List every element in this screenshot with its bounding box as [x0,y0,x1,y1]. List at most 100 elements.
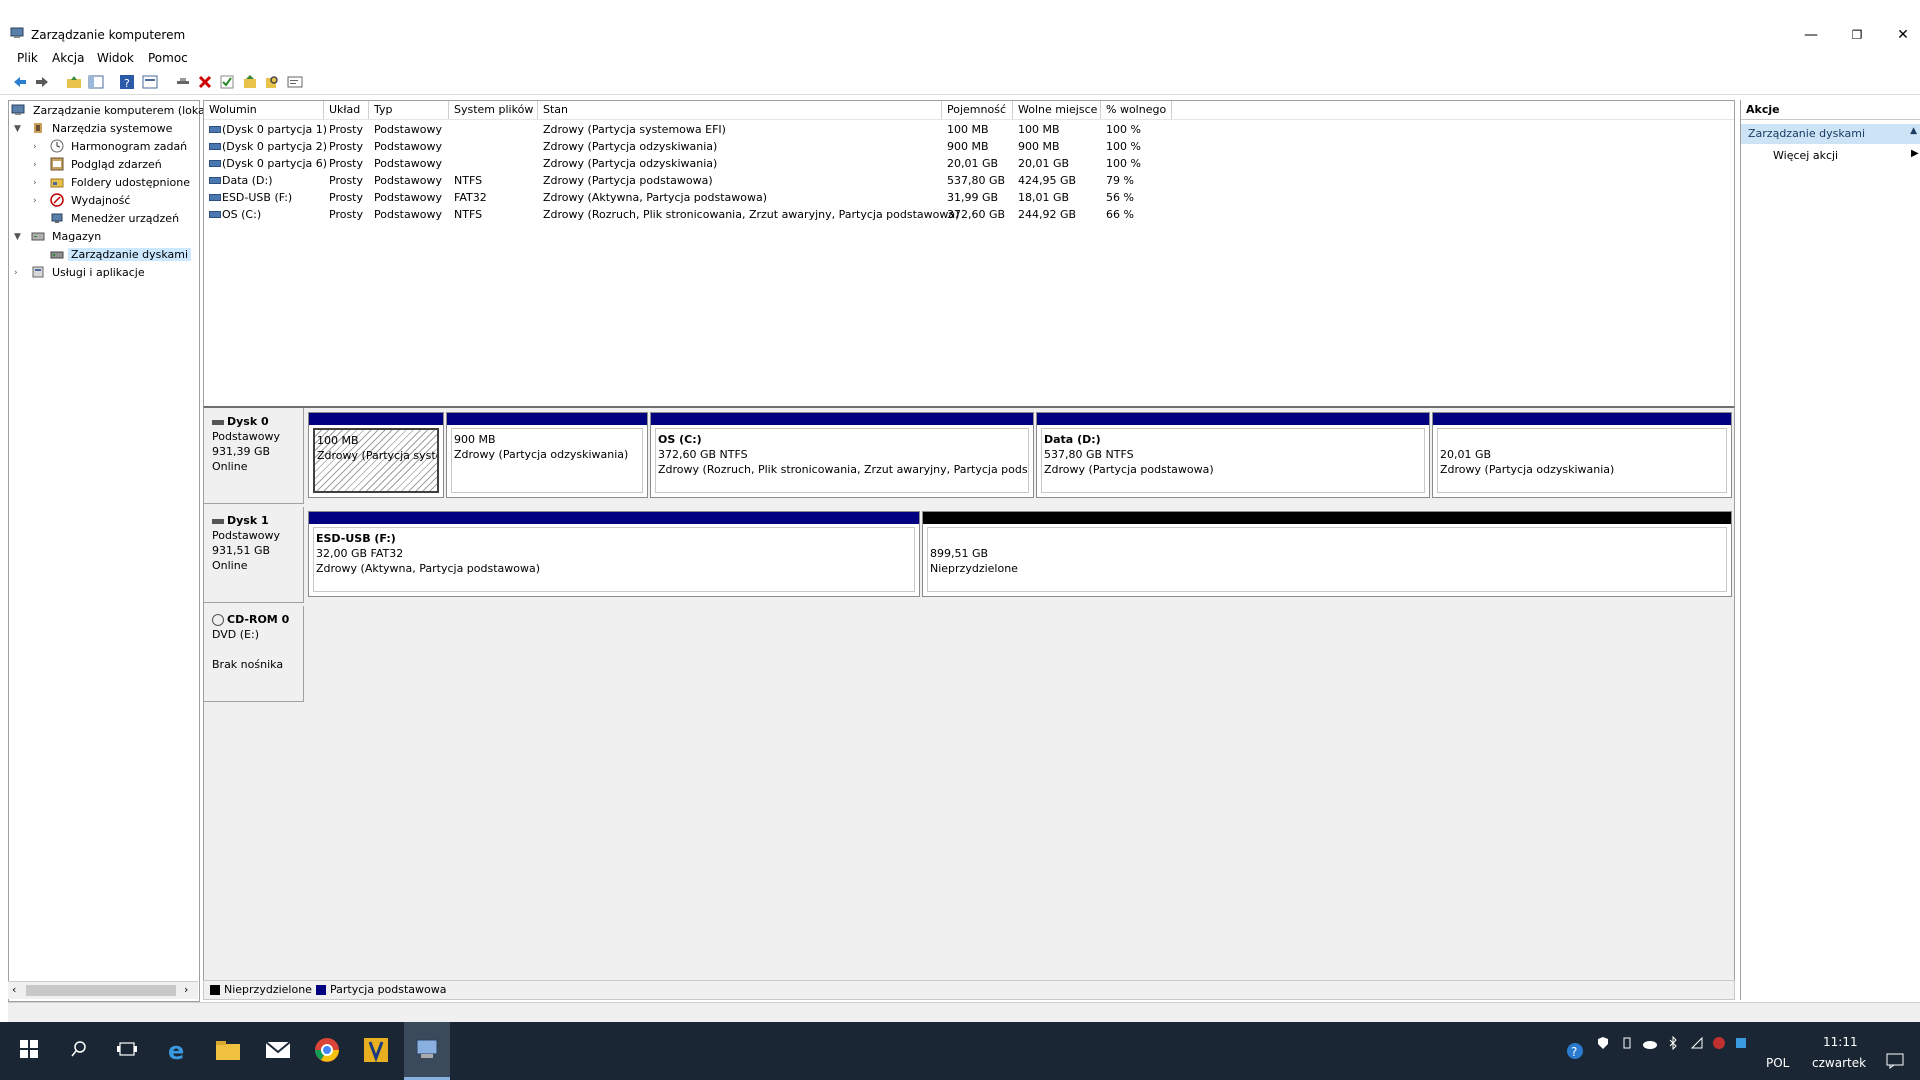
menu-plik[interactable]: Plik [17,51,38,65]
volume-row[interactable]: (Dysk 0 partycja 6) Prosty Podstawowy Zdrow… [204,155,1734,172]
network-icon[interactable] [1734,1036,1748,1050]
menu-akcja[interactable]: Akcja [52,51,84,65]
volume-cell-capacity: 31,99 GB [947,191,999,204]
language-indicator[interactable]: POL [1766,1056,1789,1070]
scroll-left-icon[interactable]: ‹ [12,983,16,996]
file-explorer-icon[interactable] [212,1034,244,1066]
volume-row[interactable]: OS (C:) Prosty Podstawowy NTFS Zdrowy (Rozru… [204,206,1734,223]
volume-cell-type: Podstawowy [374,157,442,170]
volume-cell-pct: 66 % [1106,208,1134,221]
back-arrow-icon[interactable] [12,74,28,90]
bluetooth-icon[interactable] [1668,1036,1678,1050]
close-button[interactable]: ✕ [1880,22,1920,48]
partition-disk0-os[interactable]: OS (C:) 372,60 GB NTFS Zdrowy (Rozruch, … [650,412,1034,498]
shield-icon[interactable] [1596,1036,1610,1050]
disk-0-label[interactable]: Dysk 0 Podstawowy 931,39 GB Online [204,408,304,504]
usb-icon[interactable] [1620,1036,1634,1050]
help-tray-icon[interactable]: ? [1566,1042,1584,1060]
windows-start-icon[interactable] [20,1040,38,1058]
chevron-right-icon[interactable]: › [14,268,24,278]
disk-icon [212,518,224,524]
scrollbar-thumb[interactable] [26,985,176,996]
volume-cell-type: Podstawowy [374,140,442,153]
cdrom-label[interactable]: CD-ROM 0 DVD (E:) Brak nośnika [204,606,304,702]
more-actions-link[interactable]: Więcej akcji [1773,149,1838,162]
chevron-right-icon[interactable]: › [33,142,43,152]
chevron-right-icon[interactable]: › [33,196,43,206]
performance-icon [50,193,64,207]
help-icon[interactable]: ? [119,74,135,90]
column-header-percent-free[interactable]: % wolnego [1101,101,1172,119]
forward-arrow-icon[interactable] [34,74,50,90]
volume-icon [209,143,221,150]
partition-disk1-esd-usb[interactable]: ESD-USB (F:) 32,00 GB FAT32 Zdrowy (Akty… [308,511,920,597]
partition-disk0-recovery-2[interactable]: 20,01 GB Zdrowy (Partycja odzyskiwania) [1432,412,1732,498]
antivirus-icon[interactable] [1712,1036,1726,1050]
column-header-filesystem[interactable]: System plików [449,101,538,119]
volume-row[interactable]: (Dysk 0 partycja 1) Prosty Podstawowy Zdrow… [204,121,1734,138]
volume-cell-layout: Prosty [329,191,364,204]
restore-button[interactable]: ❐ [1834,22,1880,48]
column-header-free[interactable]: Wolne miejsce [1013,101,1101,119]
clock-time[interactable]: 11:11 [1823,1035,1858,1049]
edge-icon[interactable]: e [163,1034,195,1066]
properties-icon[interactable] [287,74,303,90]
volume-cell-free: 18,01 GB [1018,191,1070,204]
mail-icon[interactable] [262,1034,294,1066]
volume-cell-type: Podstawowy [374,191,442,204]
notifications-icon[interactable] [1886,1053,1904,1069]
column-header-type[interactable]: Typ [369,101,449,119]
disk-row-0: Dysk 0 Podstawowy 931,39 GB Online 100 M… [204,408,1734,504]
collapse-arrow-icon[interactable]: ▲ [1910,126,1917,136]
chrome-icon[interactable] [311,1034,343,1066]
volume-icon [209,194,221,201]
check-icon[interactable] [219,74,235,90]
legend-unallocated: Nieprzydzielone [224,983,312,996]
column-header-capacity[interactable]: Pojemność [942,101,1013,119]
column-header-status[interactable]: Stan [538,101,942,119]
scroll-right-icon[interactable]: › [184,983,188,996]
search-icon[interactable] [70,1040,88,1058]
app-icon[interactable] [360,1034,392,1066]
title-bar: Zarządzanie komputerem — ❐ ✕ [0,22,1920,48]
partition-disk1-unallocated[interactable]: 899,51 GB Nieprzydzielone [922,511,1732,597]
view-icon[interactable] [142,74,158,90]
partition-disk0-efi[interactable]: 100 MB Zdrowy (Partycja syster [308,412,444,498]
services-icon [32,266,44,278]
volume-row[interactable]: (Dysk 0 partycja 2) Prosty Podstawowy Zdrow… [204,138,1734,155]
chevron-right-icon[interactable]: › [33,178,43,188]
menu-widok[interactable]: Widok [97,51,134,65]
clock-day[interactable]: czwartek [1812,1056,1866,1070]
volume-row[interactable]: Data (D:) Prosty Podstawowy NTFS Zdrowy (Par… [204,172,1734,189]
partition-disk0-recovery-1[interactable]: 900 MB Zdrowy (Partycja odzyskiwania) [446,412,648,498]
chevron-down-icon[interactable]: ▼ [14,124,24,134]
minimize-button[interactable]: — [1788,22,1834,48]
up-folder-icon[interactable] [66,74,82,90]
wifi-icon[interactable] [1690,1036,1704,1050]
tools-icon [34,123,42,133]
computer-management-icon[interactable] [411,1034,443,1066]
storage-icon [31,232,45,241]
partition-disk0-data[interactable]: Data (D:) 537,80 GB NTFS Zdrowy (Partycj… [1036,412,1430,498]
connect-icon[interactable] [175,74,191,90]
export-icon[interactable] [242,74,258,90]
actions-section-disk-management[interactable]: Zarządzanie dyskami ▲ [1741,124,1920,144]
volume-row[interactable]: ESD-USB (F:) Prosty Podstawowy FAT32 Zdrowy … [204,189,1734,206]
show-hide-tree-icon[interactable] [88,74,104,90]
menu-pomoc[interactable]: Pomoc [148,51,188,65]
task-view-icon[interactable] [117,1040,137,1058]
primary-partition-bar [309,512,919,524]
delete-icon[interactable] [197,74,213,90]
search-icon[interactable] [264,74,280,90]
unallocated-bar [923,512,1731,524]
chevron-right-icon[interactable]: › [33,160,43,170]
primary-partition-bar [309,413,443,425]
cloud-icon[interactable] [1642,1036,1658,1050]
tree-horizontal-scrollbar[interactable]: ‹ › [8,981,198,999]
column-header-volume[interactable]: Wolumin [204,101,324,119]
disk-1-label[interactable]: Dysk 1 Podstawowy 931,51 GB Online [204,507,304,603]
chevron-down-icon[interactable]: ▼ [14,232,24,242]
column-header-layout[interactable]: Układ [324,101,369,119]
volume-cell-fs: FAT32 [454,191,487,204]
svg-text:?: ? [124,77,130,90]
